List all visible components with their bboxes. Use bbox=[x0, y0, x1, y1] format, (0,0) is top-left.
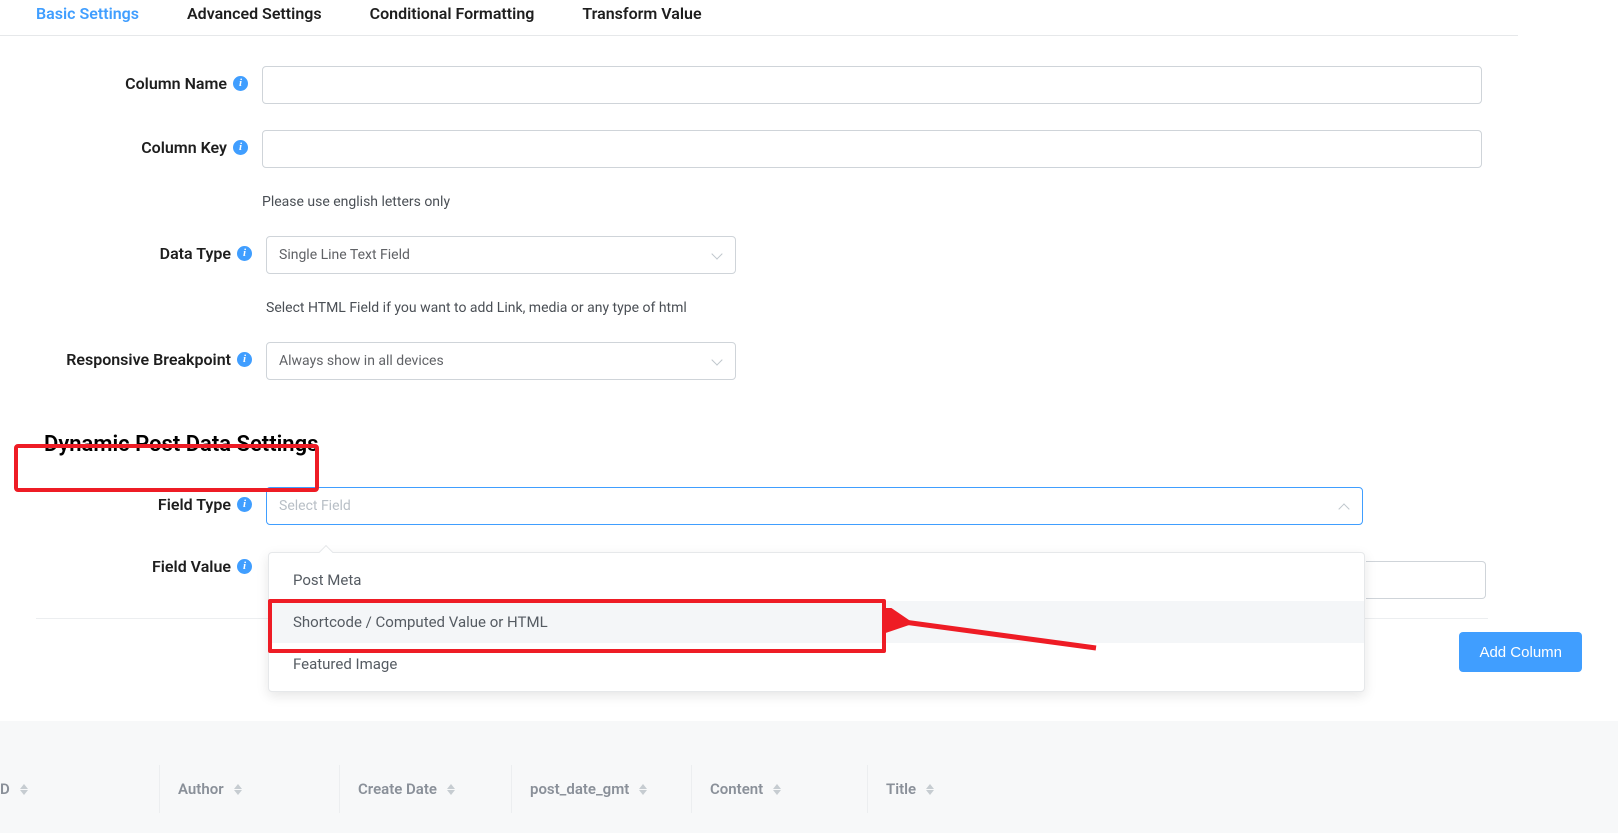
sort-icon[interactable] bbox=[20, 784, 28, 795]
field-type-select[interactable]: Select Field bbox=[266, 487, 1363, 525]
info-icon[interactable]: i bbox=[237, 497, 252, 512]
data-type-help: Select HTML Field if you want to add Lin… bbox=[266, 300, 1482, 316]
info-icon[interactable]: i bbox=[237, 352, 252, 367]
sort-icon[interactable] bbox=[447, 784, 455, 795]
option-shortcode-computed[interactable]: Shortcode / Computed Value or HTML bbox=[269, 601, 1364, 643]
th-author[interactable]: Author bbox=[160, 765, 340, 813]
info-icon[interactable]: i bbox=[233, 76, 248, 91]
add-column-button[interactable]: Add Column bbox=[1459, 632, 1582, 672]
sort-icon[interactable] bbox=[234, 784, 242, 795]
column-name-input[interactable] bbox=[262, 66, 1482, 104]
option-featured-image[interactable]: Featured Image bbox=[269, 643, 1364, 685]
field-type-dropdown: Post Meta Shortcode / Computed Value or … bbox=[268, 552, 1365, 692]
label-responsive-breakpoint: Responsive Breakpoint bbox=[66, 350, 231, 369]
info-icon[interactable]: i bbox=[237, 246, 252, 261]
th-title[interactable]: Title bbox=[868, 765, 1048, 813]
label-column-key: Column Key bbox=[141, 138, 227, 157]
responsive-breakpoint-value: Always show in all devices bbox=[279, 353, 444, 369]
tab-transform-value[interactable]: Transform Value bbox=[582, 4, 701, 23]
chevron-down-icon bbox=[711, 249, 723, 261]
section-heading-dynamic-post-data: Dynamic Post Data Settings bbox=[36, 424, 326, 465]
data-table-header: D Author Create Date post_date_gmt Conte… bbox=[0, 720, 1618, 833]
th-post-date-gmt[interactable]: post_date_gmt bbox=[512, 765, 692, 813]
tab-basic-settings[interactable]: Basic Settings bbox=[36, 4, 139, 23]
th-id[interactable]: D bbox=[0, 765, 160, 813]
tab-advanced-settings[interactable]: Advanced Settings bbox=[187, 4, 322, 23]
field-value-input[interactable] bbox=[1366, 561, 1486, 599]
column-key-input[interactable] bbox=[262, 130, 1482, 168]
option-post-meta[interactable]: Post Meta bbox=[269, 559, 1364, 601]
info-icon[interactable]: i bbox=[233, 140, 248, 155]
field-type-placeholder: Select Field bbox=[279, 498, 351, 514]
info-icon[interactable]: i bbox=[237, 559, 252, 574]
data-type-value: Single Line Text Field bbox=[279, 247, 410, 263]
th-create-date[interactable]: Create Date bbox=[340, 765, 512, 813]
th-post-date-gmt-label: post_date_gmt bbox=[530, 780, 629, 798]
chevron-down-icon bbox=[711, 355, 723, 367]
sort-icon[interactable] bbox=[926, 784, 934, 795]
responsive-breakpoint-select[interactable]: Always show in all devices bbox=[266, 342, 736, 380]
column-key-help: Please use english letters only bbox=[262, 194, 1482, 210]
sort-icon[interactable] bbox=[639, 784, 647, 795]
th-title-label: Title bbox=[886, 780, 916, 798]
th-author-label: Author bbox=[178, 780, 224, 798]
label-field-type: Field Type bbox=[158, 495, 231, 514]
th-create-date-label: Create Date bbox=[358, 780, 437, 798]
label-data-type: Data Type bbox=[160, 244, 231, 263]
label-field-value: Field Value bbox=[152, 557, 231, 576]
sort-icon[interactable] bbox=[773, 784, 781, 795]
tab-conditional-formatting[interactable]: Conditional Formatting bbox=[370, 4, 535, 23]
tab-bar: Basic Settings Advanced Settings Conditi… bbox=[0, 0, 1518, 36]
data-type-select[interactable]: Single Line Text Field bbox=[266, 236, 736, 274]
chevron-up-icon bbox=[1338, 500, 1350, 512]
label-column-name: Column Name bbox=[125, 74, 227, 93]
th-content-label: Content bbox=[710, 780, 763, 798]
th-content[interactable]: Content bbox=[692, 765, 868, 813]
th-id-label: D bbox=[0, 780, 10, 798]
